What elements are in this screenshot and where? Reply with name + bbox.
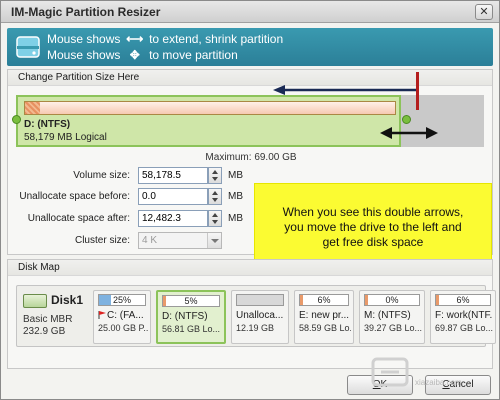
annotation-note: When you see this double arrows, you mov… xyxy=(254,183,492,263)
unalloc-after-input[interactable] xyxy=(138,210,208,227)
partition-meta: 39.27 GB Lo... xyxy=(364,323,422,333)
partition-card[interactable]: 25% C: (FA... 25.00 GB P... xyxy=(93,290,151,344)
banner-prefix-2: Mouse shows xyxy=(47,48,121,62)
partition-name-text: Unalloca... xyxy=(236,310,284,321)
instruction-banner: Mouse shows ⟷ to extend, shrink partitio… xyxy=(7,28,493,66)
chevron-down-icon[interactable] xyxy=(207,233,221,248)
left-resize-handle[interactable] xyxy=(12,115,21,124)
partition-name-text: D: (NTFS) xyxy=(162,311,208,322)
double-arrow-icon xyxy=(380,127,438,139)
disk-info[interactable]: Disk1 Basic MBR 232.9 GB xyxy=(21,290,87,344)
change-size-group: Change Partition Size Here D: (NTFS) 58,… xyxy=(7,69,493,263)
partition-card[interactable]: 5% D: (NTFS) 56.81 GB Lo... xyxy=(156,290,226,344)
partition-meta: 58.59 GB Lo... xyxy=(299,323,351,333)
partition-usage-fill xyxy=(300,295,303,305)
resizer-dialog: IM-Magic Partition Resizer ✕ Mouse shows… xyxy=(0,0,500,400)
partition-usage-bar xyxy=(236,294,284,306)
unalloc-before-spinner[interactable] xyxy=(208,188,222,205)
disk-name: Disk1 xyxy=(51,293,84,307)
partition-subtitle: 58,179 MB Logical xyxy=(24,132,107,143)
unalloc-before-label: Unallocate space before: xyxy=(19,191,130,202)
partition-card[interactable]: 6% F: work(NTF... 69.87 GB Lo... xyxy=(430,290,496,344)
watermark-text: xiazaiba.com xyxy=(415,378,462,387)
partition-name: D: (NTFS) xyxy=(162,311,222,322)
partition-usage-bar: 5% xyxy=(162,295,220,307)
partition-usage-bar: 6% xyxy=(435,294,491,306)
maximum-size-label: Maximum: 69.00 GB xyxy=(205,152,297,163)
banner-prefix-1: Mouse shows xyxy=(47,32,121,46)
cluster-size-label: Cluster size: xyxy=(74,235,130,246)
change-size-group-title: Change Partition Size Here xyxy=(8,70,492,86)
partition-card[interactable]: Unalloca... 12.19 GB xyxy=(231,290,289,344)
annotation-line-1: When you see this double arrows, xyxy=(282,205,464,219)
active-flag-icon xyxy=(98,311,106,319)
unalloc-before-unit: MB xyxy=(228,191,243,202)
partition-meta: 56.81 GB Lo... xyxy=(162,324,221,334)
cluster-size-select[interactable]: 4 K xyxy=(138,232,222,249)
partition-usage-bar xyxy=(24,101,396,115)
right-resize-handle[interactable] xyxy=(402,115,411,124)
volume-size-label: Volume size: xyxy=(73,170,130,181)
volume-size-unit: MB xyxy=(228,170,243,181)
partition-name-text: F: work(NTF... xyxy=(435,310,493,321)
partition-usage-fill xyxy=(365,295,369,305)
banner-line-resize: Mouse shows ⟷ to extend, shrink partitio… xyxy=(47,32,283,46)
partition-name: Unalloca... xyxy=(236,310,286,321)
banner-line-move: Mouse shows ✥ to move partition xyxy=(47,48,238,62)
partition-percent: 5% xyxy=(184,296,198,306)
partition-card[interactable]: 0% M: (NTFS) 39.27 GB Lo... xyxy=(359,290,425,344)
partition-percent: 25% xyxy=(112,295,131,305)
unalloc-before-input[interactable] xyxy=(138,188,208,205)
unalloc-after-unit: MB xyxy=(228,213,243,224)
disk-type: Basic MBR xyxy=(23,314,73,325)
banner-suffix-2: to move partition xyxy=(149,48,238,62)
horizontal-arrow-icon: ⟷ xyxy=(126,32,144,46)
annotation-line-2: you move the drive to the left and xyxy=(284,220,462,234)
hard-disk-icon xyxy=(23,294,47,308)
partition-percent: 6% xyxy=(317,295,331,305)
partition-label: D: (NTFS) xyxy=(24,119,71,130)
disk-map-title: Disk Map xyxy=(8,260,492,276)
move-cross-arrow-icon: ✥ xyxy=(129,48,140,62)
partition-name-text: C: (FA... xyxy=(107,310,144,321)
banner-suffix-1: to extend, shrink partition xyxy=(149,32,284,46)
title-bar[interactable]: IM-Magic Partition Resizer ✕ xyxy=(1,1,499,23)
unalloc-after-label: Unallocate space after: xyxy=(27,213,130,224)
unalloc-after-spinner[interactable] xyxy=(208,210,222,227)
partition-resize-box[interactable]: D: (NTFS) 58,179 MB Logical xyxy=(16,95,401,147)
partition-name: E: new pr... xyxy=(299,310,351,321)
disk-card: Disk1 Basic MBR 232.9 GB 25% C: (FA... 25.… xyxy=(16,285,496,347)
window-title: IM-Magic Partition Resizer xyxy=(11,5,161,19)
cluster-size-value: 4 K xyxy=(142,235,158,246)
left-arrow-annotation-icon xyxy=(273,85,418,95)
watermark-glyph-icon xyxy=(371,357,409,387)
partition-usage-fill xyxy=(25,102,40,114)
partition-usage-fill xyxy=(436,295,440,305)
partition-name: C: (FA... xyxy=(98,310,148,321)
partition-percent: 6% xyxy=(456,295,470,305)
partition-usage-fill xyxy=(163,296,167,306)
partition-meta: 25.00 GB P... xyxy=(98,323,148,333)
partition-name-text: M: (NTFS) xyxy=(364,310,411,321)
partition-usage-fill xyxy=(237,295,283,305)
partition-usage-bar: 25% xyxy=(98,294,146,306)
volume-size-input[interactable] xyxy=(138,167,208,184)
volume-size-spinner[interactable] xyxy=(208,167,222,184)
red-marker-line xyxy=(416,72,419,110)
disk-size: 232.9 GB xyxy=(23,326,66,337)
partition-meta: 69.87 GB Lo... xyxy=(435,323,493,333)
close-window-button[interactable]: ✕ xyxy=(475,4,493,20)
partition-percent: 0% xyxy=(385,295,399,305)
disk-icon xyxy=(16,36,40,58)
watermark-logo: xiazaiba.com xyxy=(369,353,495,395)
partition-name: F: work(NTF... xyxy=(435,310,493,321)
annotation-line-3: get free disk space xyxy=(322,235,424,249)
partition-usage-bar: 0% xyxy=(364,294,420,306)
partition-usage-bar: 6% xyxy=(299,294,349,306)
partition-card[interactable]: 6% E: new pr... 58.59 GB Lo... xyxy=(294,290,354,344)
partition-name-text: E: new pr... xyxy=(299,310,350,321)
partition-usage-fill xyxy=(99,295,111,305)
partition-meta: 12.19 GB xyxy=(236,323,275,333)
partition-name: M: (NTFS) xyxy=(364,310,422,321)
